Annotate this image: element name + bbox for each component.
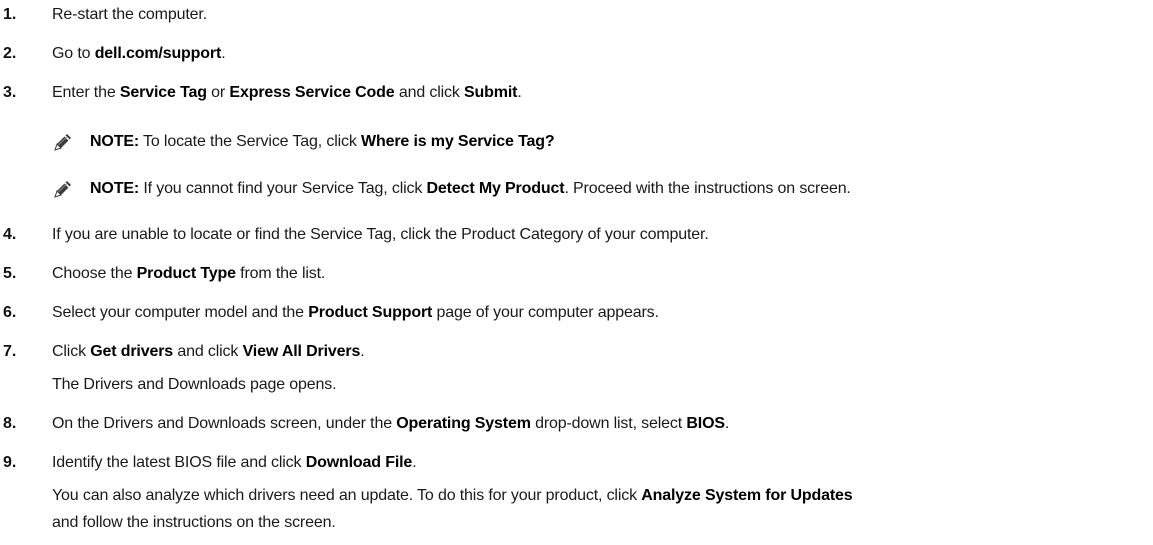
step-text: Select your computer model and the Produ…	[52, 304, 659, 321]
step-number: 2.	[3, 45, 17, 62]
pencil-note-icon	[52, 131, 74, 153]
step-text: Go to dell.com/support.	[52, 45, 226, 62]
step-number: 9.	[3, 454, 17, 471]
note-text: NOTE: If you cannot find your Service Ta…	[90, 180, 851, 197]
step-result-text: The Drivers and Downloads page opens.	[52, 376, 337, 393]
step-extra-text: and follow the instructions on the scree…	[52, 514, 336, 531]
step-number: 5.	[3, 265, 17, 282]
step-number: 7.	[3, 343, 17, 360]
pencil-note-icon	[52, 178, 74, 200]
note-text: NOTE: To locate the Service Tag, click W…	[90, 133, 555, 150]
link-dell-support: dell.com/support	[94, 45, 222, 62]
step-number: 6.	[3, 304, 17, 321]
step-text: On the Drivers and Downloads screen, und…	[52, 415, 730, 432]
step-number: 4.	[3, 226, 17, 243]
step-extra-text: You can also analyze which drivers need …	[52, 487, 853, 504]
step-number: 1.	[3, 6, 17, 23]
step-text: Choose the Product Type from the list.	[52, 265, 326, 282]
step-text: Re-start the computer.	[52, 6, 207, 23]
step-text: Enter the Service Tag or Express Service…	[52, 84, 522, 101]
step-number: 8.	[3, 415, 17, 432]
step-text: Identify the latest BIOS file and click …	[52, 454, 417, 471]
step-text: Click Get drivers and click View All Dri…	[52, 343, 365, 360]
step-number: 3.	[3, 84, 17, 101]
step-text: If you are unable to locate or find the …	[52, 226, 709, 243]
